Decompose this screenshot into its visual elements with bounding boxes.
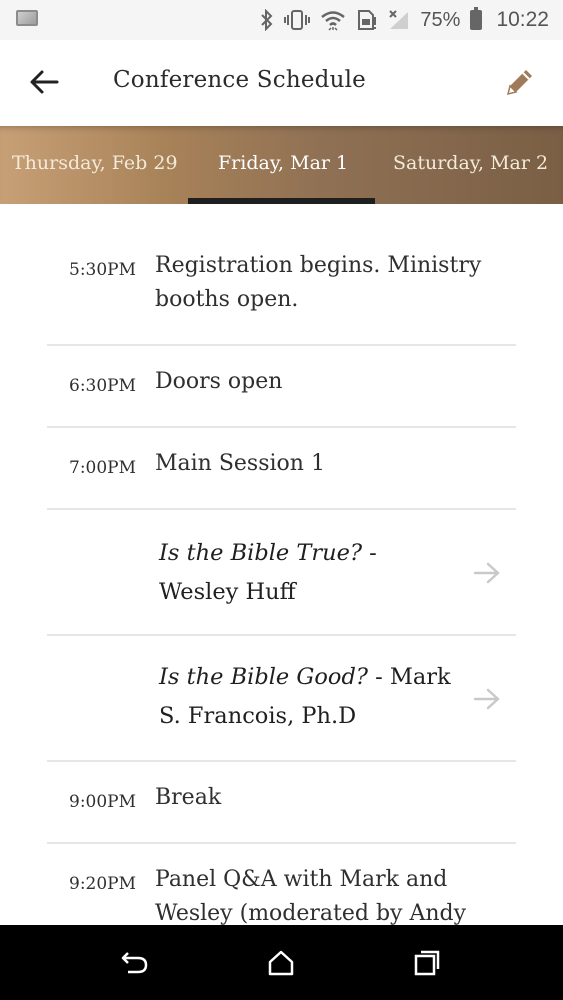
- schedule-row: 9:00PM Break: [47, 762, 516, 844]
- gallery-icon: [16, 10, 38, 26]
- bluetooth-icon: [260, 9, 274, 31]
- schedule-row: 7:00PM Main Session 1: [47, 428, 516, 510]
- arrow-right-icon[interactable]: [472, 558, 502, 588]
- pencil-icon: [506, 70, 532, 96]
- tab-friday[interactable]: Friday, Mar 1: [218, 152, 348, 174]
- battery-percent: 75%: [420, 8, 461, 31]
- talk-text: Is the Bible True? - Wesley Huff: [159, 534, 459, 612]
- tab-thursday[interactable]: Thursday, Feb 29: [12, 152, 178, 174]
- signal-icon: [388, 9, 410, 31]
- nav-back-button[interactable]: [119, 947, 151, 979]
- back-button[interactable]: [24, 62, 64, 102]
- home-icon: [268, 950, 294, 976]
- schedule-row: 5:30PM Registration begins. Ministry boo…: [47, 204, 516, 346]
- session-talk-row[interactable]: Is the Bible True? - Wesley Huff: [47, 510, 516, 636]
- schedule-row: 6:30PM Doors open: [47, 346, 516, 428]
- back-icon: [121, 952, 148, 974]
- status-bar: 75% 10:22: [0, 0, 563, 40]
- schedule-time: 5:30PM: [69, 260, 137, 280]
- schedule-description: Break: [155, 785, 222, 810]
- schedule-description: Doors open: [155, 369, 283, 394]
- talk-title: Is the Bible True?: [159, 540, 363, 566]
- navigation-bar: [0, 925, 563, 1000]
- schedule-description: Main Session 1: [155, 451, 325, 476]
- session-talk-row[interactable]: Is the Bible Good? - Mark S. Francois, P…: [47, 636, 516, 762]
- clock: 10:22: [496, 8, 549, 31]
- nav-recents-button[interactable]: [411, 947, 443, 979]
- sim-icon: [356, 9, 378, 31]
- arrow-right-icon[interactable]: [472, 684, 502, 714]
- vibrate-icon: [284, 9, 311, 31]
- nav-home-button[interactable]: [265, 947, 297, 979]
- wifi-icon: [320, 9, 346, 31]
- day-tabs: Thursday, Feb 29 Friday, Mar 1 Saturday,…: [0, 126, 563, 204]
- status-icons: 75% 10:22: [260, 6, 549, 34]
- schedule-time: 7:00PM: [69, 458, 137, 478]
- page-title: Conference Schedule: [113, 67, 366, 93]
- schedule-description: Panel Q&A with Mark and Wesley (moderate…: [155, 867, 467, 926]
- schedule-time: 9:20PM: [69, 874, 137, 894]
- tab-saturday[interactable]: Saturday, Mar 2: [393, 152, 548, 174]
- recents-icon: [414, 950, 440, 976]
- schedule-time: 9:00PM: [69, 792, 137, 812]
- talk-title: Is the Bible Good?: [159, 664, 368, 690]
- app-bar: Conference Schedule: [0, 40, 563, 126]
- edit-button[interactable]: [498, 62, 540, 104]
- talk-text: Is the Bible Good? - Mark S. Francois, P…: [159, 658, 459, 736]
- arrow-left-icon: [30, 70, 59, 94]
- battery-icon: [470, 7, 483, 30]
- schedule-description: Registration begins. Ministry booths ope…: [155, 253, 482, 312]
- schedule-time: 6:30PM: [69, 376, 137, 396]
